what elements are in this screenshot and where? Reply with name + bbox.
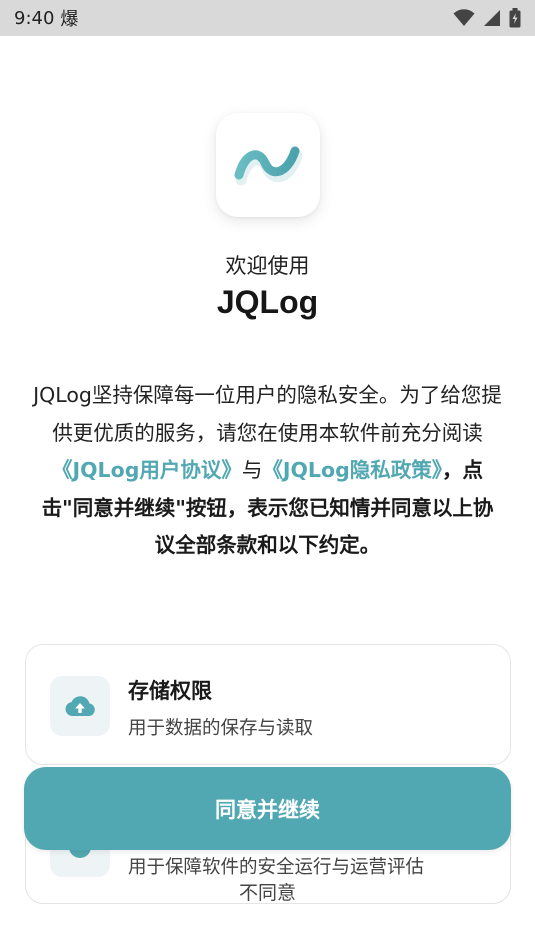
status-left: 9:40 爆	[14, 5, 78, 31]
status-icons	[453, 8, 521, 28]
status-bar: 9:40 爆	[0, 0, 535, 36]
app-name-title: JQLog	[216, 284, 319, 320]
privacy-intro: JQLog坚持保障每一位用户的隐私安全。为了给您提供更优质的服务，请您在使用本软…	[32, 377, 503, 565]
storage-permission-card: 存储权限 用于数据的保存与读取	[25, 644, 511, 765]
app-logo-wave-icon	[234, 146, 303, 186]
privacy-policy-link[interactable]: 《JQLog隐私政策》	[262, 458, 442, 482]
user-agreement-link[interactable]: 《JQLog用户协议》	[52, 458, 242, 482]
storage-permission-description: 用于数据的保存与读取	[128, 718, 314, 739]
disagree-button[interactable]: 不同意	[0, 878, 535, 905]
welcome-text: 欢迎使用	[225, 254, 310, 278]
security-permission-description: 用于保障软件的安全运行与运营评估	[128, 857, 425, 878]
wifi-icon	[453, 9, 475, 26]
notification-icon: 爆	[60, 9, 79, 30]
intro-text: JQLog坚持保障每一位用户的隐私安全。为了给您提供更优质的服务，请您在使用本软…	[33, 383, 502, 445]
intro-and-text: 与	[241, 458, 263, 482]
app-logo	[216, 113, 320, 217]
battery-icon	[509, 8, 521, 28]
status-time: 9:40	[14, 7, 55, 29]
storage-permission-title: 存储权限	[128, 679, 212, 703]
storage-permission-icon-box	[50, 676, 110, 736]
cloud-upload-icon	[65, 696, 95, 716]
agree-and-continue-button[interactable]: 同意并继续	[24, 767, 511, 850]
cellular-signal-icon	[484, 10, 500, 26]
